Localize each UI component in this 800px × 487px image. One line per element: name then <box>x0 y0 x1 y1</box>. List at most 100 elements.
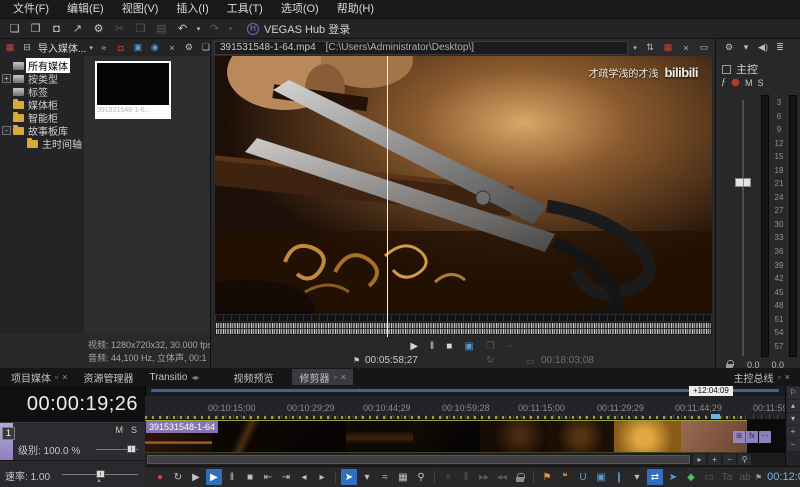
media-manager-icon[interactable]: ▦ <box>660 40 676 55</box>
paste-attributes-icon[interactable]: ▭ <box>701 469 717 485</box>
event-pan-crop-button[interactable]: ⊞ <box>733 431 745 443</box>
timeline-overview-scrollbar[interactable]: +12:04:09 <box>145 386 785 396</box>
expander-icon[interactable]: - <box>2 126 11 135</box>
timecode-display[interactable]: 00:00:19;26 <box>0 386 145 422</box>
trimmer-audio-waveform[interactable] <box>215 322 712 335</box>
split-button[interactable]: × <box>440 469 456 485</box>
menu-edit[interactable]: 编辑(E) <box>58 0 113 18</box>
zoom-in-time-icon[interactable]: + <box>708 454 721 465</box>
sort-icon[interactable]: ⇅ <box>642 40 658 55</box>
vegas-hub-button[interactable]: H VEGAS Hub 登录 <box>247 21 350 37</box>
more-buttons-icon[interactable]: ⋯ <box>507 341 517 352</box>
bus-fx-button[interactable]: ƒ <box>721 77 726 88</box>
get-photo-icon[interactable]: ▣ <box>130 40 146 55</box>
marker-flag-icon[interactable]: ⚐ <box>786 387 800 399</box>
close-icon[interactable] <box>785 372 790 382</box>
play-button[interactable]: ▶ <box>206 469 222 485</box>
zoom-tool-icon[interactable]: ⚲ <box>738 454 751 465</box>
copy-icon[interactable]: ❐ <box>131 21 150 37</box>
redo-dropdown-icon[interactable]: ▾ <box>226 21 235 37</box>
master-mute-button[interactable]: M <box>745 78 753 88</box>
stop-button[interactable]: ■ <box>446 341 452 352</box>
typing-icon[interactable]: ab <box>737 469 753 485</box>
event-detection-button[interactable]: ◆ <box>683 469 699 485</box>
loop-icon[interactable]: ↻ <box>486 355 494 366</box>
rate-value[interactable]: 1.00 <box>31 472 50 483</box>
timeline-ruler[interactable]: 00:10:15;00 00:10:29;29 00:10:44;29 00:10:5… <box>145 396 785 420</box>
zoom-out-time-icon[interactable]: − <box>723 454 736 465</box>
clip-thumbnail[interactable] <box>547 421 614 452</box>
tab-trimmer[interactable]: 修剪器 <box>292 369 353 385</box>
media-fx-icon[interactable]: ≈ <box>96 40 112 55</box>
open-project-icon[interactable]: ❒ <box>26 21 45 37</box>
go-to-end-button[interactable]: ⇥ <box>278 469 294 485</box>
split-screen-view-icon[interactable]: ▣ <box>464 341 473 352</box>
scroll-down-icon[interactable]: ▾ <box>786 413 800 425</box>
close-icon[interactable] <box>62 372 67 382</box>
close-trimmer-icon[interactable]: × <box>678 40 694 55</box>
selection-tool-button[interactable]: ▦ <box>395 469 411 485</box>
menu-help[interactable]: 帮助(H) <box>328 0 383 18</box>
chevron-down-icon[interactable]: ▾ <box>89 44 93 52</box>
normal-edit-tool-button[interactable]: ➤ <box>665 469 681 485</box>
tab-project-media[interactable]: 项目媒体 <box>4 369 74 385</box>
menu-options[interactable]: 选项(O) <box>272 0 328 18</box>
previous-frame-button[interactable]: ◂ <box>296 469 312 485</box>
menu-insert[interactable]: 插入(I) <box>167 0 217 18</box>
cut-icon[interactable]: ✂ <box>110 21 129 37</box>
play-from-start-button[interactable]: ▶ <box>188 469 204 485</box>
trim-end-icon[interactable]: ▸▸ <box>476 469 492 485</box>
tab-explorer[interactable]: 资源管理器 <box>76 369 140 385</box>
clip-thumbnail[interactable] <box>346 421 413 452</box>
scroll-right-icon[interactable]: ▸ <box>693 454 706 465</box>
clip-thumbnail[interactable] <box>614 421 681 452</box>
event-fx-button[interactable]: fx <box>746 431 758 443</box>
edit-tool-button[interactable]: ➤ <box>341 469 357 485</box>
copy-snapshot-icon[interactable]: ❐ <box>486 341 495 352</box>
trimmer-mini-timeline[interactable] <box>215 315 712 321</box>
track-solo-button[interactable]: S <box>131 425 137 435</box>
master-fader-handle[interactable] <box>735 178 751 187</box>
bus-bypass-icon[interactable] <box>731 78 740 87</box>
next-frame-button[interactable]: ▸ <box>314 469 330 485</box>
tab-master-bus[interactable]: 主控总线 <box>727 369 797 385</box>
scroll-up-icon[interactable]: ▴ <box>786 400 800 412</box>
capture-video-icon[interactable]: ◘ <box>113 40 129 55</box>
envelope-tool-button[interactable]: ≈ <box>377 469 393 485</box>
pin-icon[interactable] <box>778 372 781 382</box>
track-mute-button[interactable]: M <box>115 425 123 435</box>
import-media-button[interactable]: 导入媒体... ▾ <box>36 40 95 55</box>
undo-icon[interactable]: ↶ <box>173 21 192 37</box>
level-slider-handle[interactable] <box>127 445 136 453</box>
zoom-tool-button[interactable]: ⚲ <box>413 469 429 485</box>
combo-dropdown-icon[interactable]: ▾ <box>630 40 640 55</box>
clip-thumbnail[interactable] <box>480 421 547 452</box>
zoom-out-track-icon[interactable]: − <box>786 439 800 451</box>
tab-transitions[interactable]: Transitio ◂▸ <box>142 369 206 385</box>
trimmer-cursor-time[interactable]: 00:05:58;27 <box>365 355 418 366</box>
loop-playback-button[interactable]: ↻ <box>170 469 186 485</box>
play-button[interactable]: ▶ <box>410 341 418 352</box>
overview-scroll-thumb[interactable] <box>151 389 779 392</box>
menu-view[interactable]: 视图(V) <box>113 0 168 18</box>
trimmer-cursor-line[interactable] <box>387 56 388 314</box>
zoom-in-track-icon[interactable]: + <box>786 426 800 438</box>
level-value[interactable]: 100.0 % <box>44 446 81 457</box>
media-thumbnail[interactable]: 391531548-1-6... <box>95 61 171 119</box>
extract-audio-icon[interactable]: ◉ <box>147 40 163 55</box>
publish-icon[interactable]: ↗ <box>68 21 87 37</box>
text-tool-icon[interactable]: Ta <box>719 469 735 485</box>
collapse-icon[interactable]: ▾ <box>739 40 753 55</box>
pin-icon[interactable] <box>333 372 336 382</box>
ruler-cursor-marker[interactable] <box>711 414 720 419</box>
trim-start-icon[interactable]: ‖ <box>458 469 474 485</box>
tab-video-preview[interactable]: 视频预览 <box>226 369 280 385</box>
video-track-header[interactable]: 1 M S 级别: 100.0 % <box>0 422 145 461</box>
tool-dropdown-icon[interactable]: ▾ <box>359 469 375 485</box>
event-more-button[interactable]: ⋯ <box>759 431 771 443</box>
expander-icon[interactable]: + <box>2 74 11 83</box>
insert-marker-button[interactable]: ⚑ <box>539 469 555 485</box>
close-icon[interactable] <box>341 372 346 382</box>
trimmer-file-combo[interactable]: 391531548-1-64.mp4 [C:\Users\Administrat… <box>214 40 628 55</box>
properties-icon[interactable]: ⚙ <box>89 21 108 37</box>
